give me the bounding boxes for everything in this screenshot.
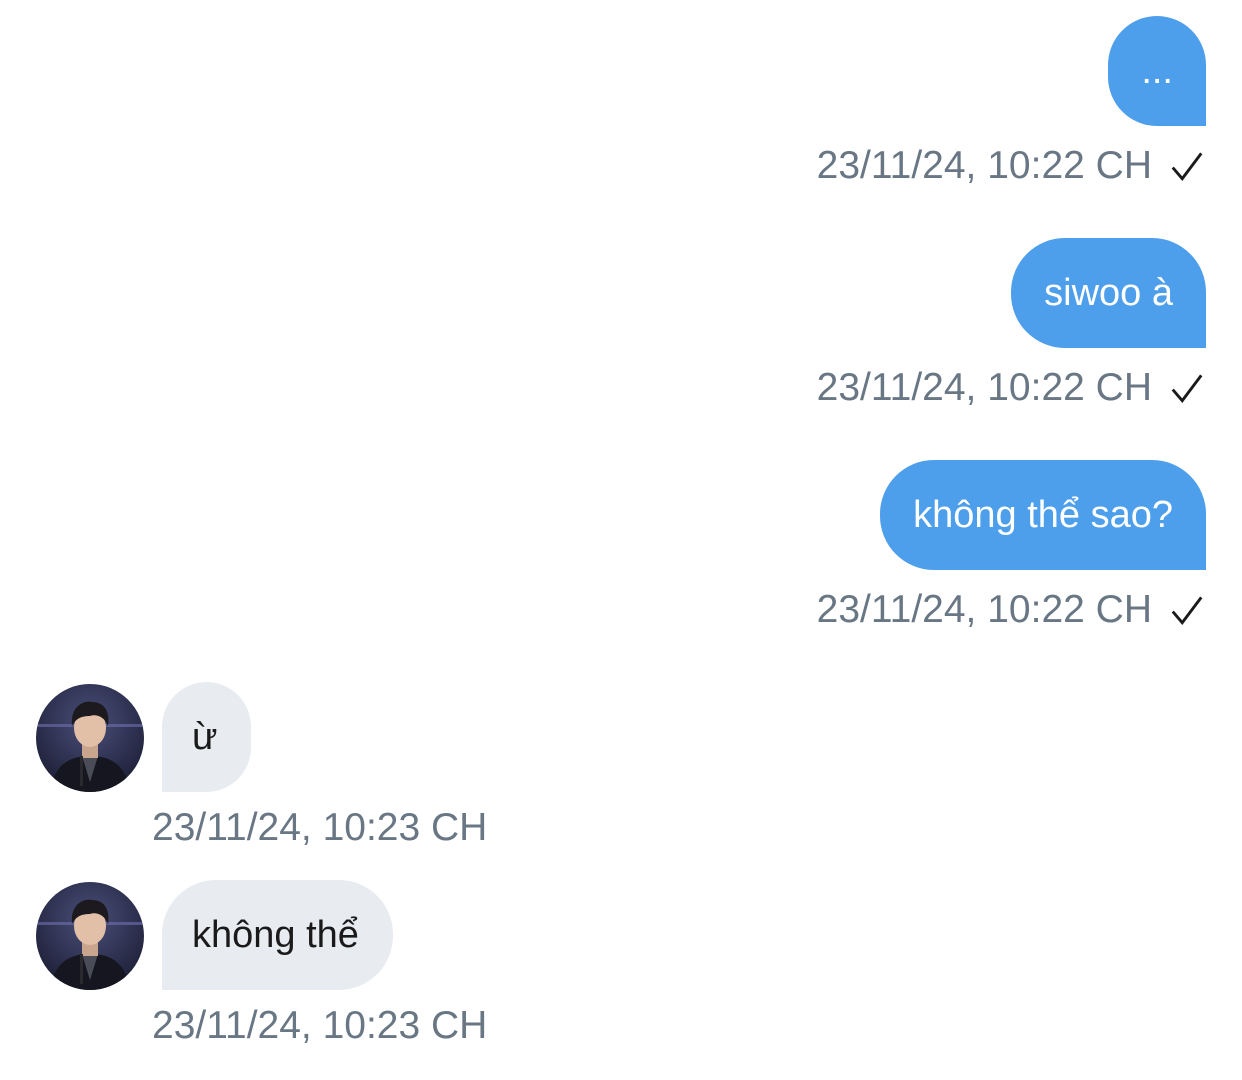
sent-message: ... 23/11/24, 10:22 CH: [817, 16, 1206, 188]
check-icon: [1171, 152, 1203, 181]
message-timestamp: 23/11/24, 10:22 CH: [816, 366, 1152, 409]
check-icon: [1171, 596, 1203, 625]
message-timestamp: 23/11/24, 10:23 CH: [152, 806, 488, 849]
sent-message-bubble[interactable]: ...: [1108, 16, 1206, 126]
message-timestamp: 23/11/24, 10:22 CH: [816, 144, 1152, 187]
sent-message-bubble[interactable]: siwoo à: [1011, 238, 1206, 348]
received-message-bubble[interactable]: không thể: [162, 880, 393, 990]
avatar-image: [36, 882, 144, 990]
message-thread: ... 23/11/24, 10:22 CH siwoo à 23/11/24,…: [0, 0, 1242, 1080]
sent-message: không thể sao? 23/11/24, 10:22 CH: [817, 460, 1206, 632]
message-timestamp: 23/11/24, 10:23 CH: [152, 1004, 488, 1047]
avatar[interactable]: [36, 684, 144, 792]
received-message: ừ 23/11/24, 10:23 CH: [36, 682, 487, 850]
avatar-image: [36, 684, 144, 792]
message-meta: 23/11/24, 10:22 CH: [817, 144, 1206, 188]
sent-message-bubble[interactable]: không thể sao?: [880, 460, 1206, 570]
sent-message: siwoo à 23/11/24, 10:22 CH: [817, 238, 1206, 410]
check-icon: [1171, 374, 1203, 403]
message-meta: 23/11/24, 10:22 CH: [817, 588, 1206, 632]
message-meta: 23/11/24, 10:22 CH: [817, 366, 1206, 410]
received-message-row: không thể: [36, 880, 487, 990]
received-message-bubble[interactable]: ừ: [162, 682, 252, 792]
received-message-row: ừ: [36, 682, 487, 792]
avatar[interactable]: [36, 882, 144, 990]
message-timestamp: 23/11/24, 10:22 CH: [816, 588, 1152, 631]
received-message: không thể 23/11/24, 10:23 CH: [36, 880, 487, 1048]
